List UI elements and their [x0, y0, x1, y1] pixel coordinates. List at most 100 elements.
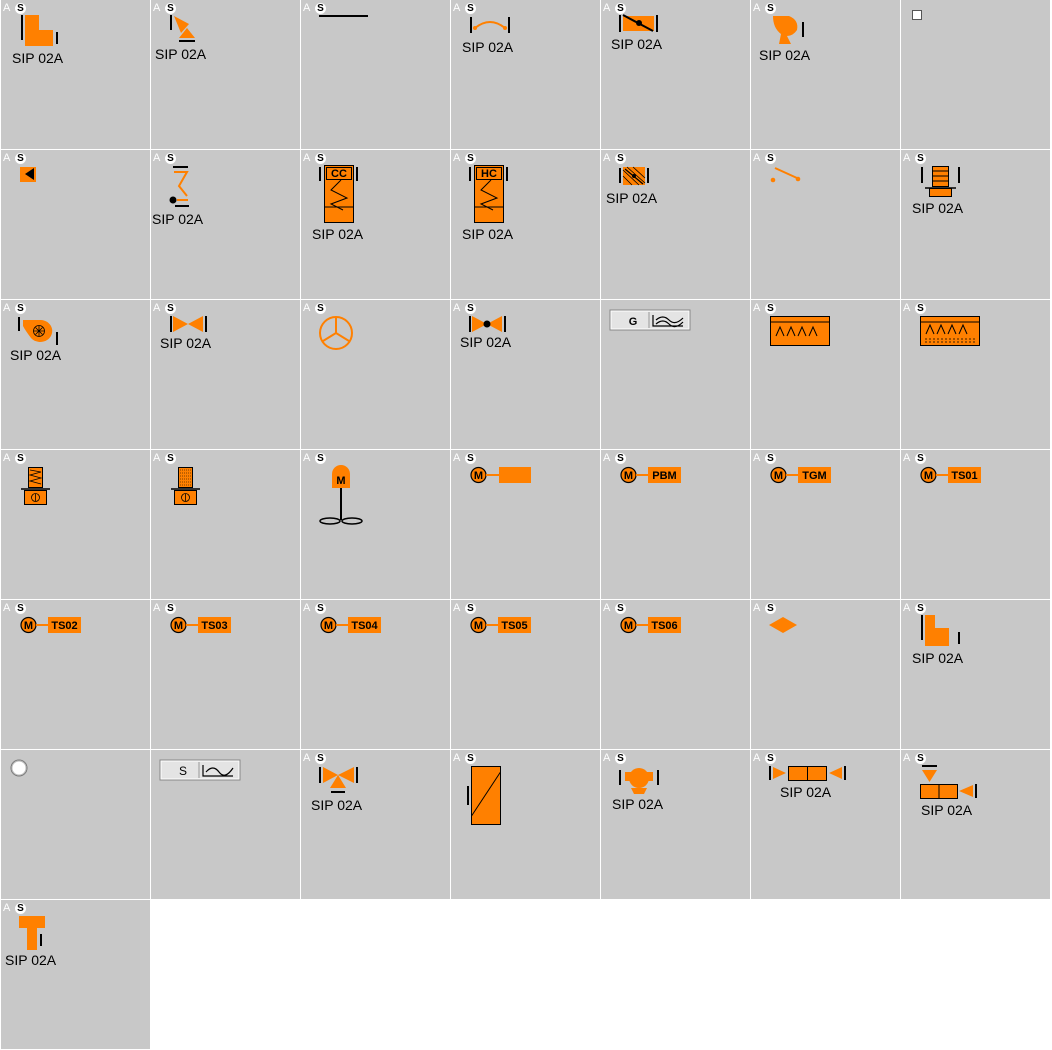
cell-humidifier[interactable]: A S — [751, 300, 900, 449]
cell-tee-duct[interactable]: A S SIP 02A — [1, 900, 150, 1049]
cell-switch[interactable]: A S — [751, 150, 900, 299]
ts05-tag: TS05 — [501, 620, 527, 632]
ao-label: A — [603, 752, 611, 764]
s-sensor-icon: S — [159, 759, 241, 781]
cell-motor-pbm[interactable]: M PBM A S — [601, 450, 750, 599]
motor-ts06-icon: M TS06 — [620, 616, 681, 634]
cell-motor-ts05[interactable]: M TS05 A S — [451, 600, 600, 749]
s-badge: S — [615, 3, 626, 14]
cell-silencer[interactable]: A S SIP 02A — [751, 750, 900, 899]
diamond-icon — [769, 617, 797, 633]
cell-propeller-fan[interactable]: A S — [301, 300, 450, 449]
pbm-tag: PBM — [652, 470, 676, 482]
cell-elbow-duct-2[interactable]: A S SIP 02A — [901, 600, 1050, 749]
ao-label: A — [603, 152, 611, 164]
sip-label: SIP 02A — [611, 36, 663, 52]
s-badge: S — [765, 453, 776, 464]
sip-label: SIP 02A — [152, 211, 204, 227]
checkbox-icon[interactable] — [901, 0, 1050, 149]
cell-s-sensor[interactable]: S — [151, 750, 300, 899]
cell-coil-filter[interactable]: A S — [1, 450, 150, 599]
cell-motor-ts02[interactable]: M TS02 A S — [1, 600, 150, 749]
cell-gas-sensor[interactable]: G — [601, 300, 750, 449]
cell-damper-small[interactable]: A S — [1, 150, 150, 299]
cell-checkbox[interactable] — [901, 0, 1050, 149]
cell-heating-coil[interactable]: HC A S SIP 02A — [451, 150, 600, 299]
cell-filter-unit[interactable]: A S SIP 02A — [901, 150, 1050, 299]
s-badge: S — [465, 153, 476, 164]
s-badge: S — [465, 303, 476, 314]
s-badge: S — [165, 153, 176, 164]
cell-damper-valve[interactable]: A S SIP 02A — [151, 0, 300, 149]
radio-icon[interactable] — [1, 750, 150, 899]
cell-motor-ts04[interactable]: M TS04 A S — [301, 600, 450, 749]
damper-valve-icon — [170, 15, 195, 42]
motor-label: M — [324, 620, 333, 632]
filter-unit-icon — [921, 166, 960, 197]
cc-tag: CC — [331, 168, 347, 180]
sip-label: SIP 02A — [460, 334, 512, 350]
s-badge: S — [615, 603, 626, 614]
cell-heat-exchanger[interactable]: A S — [451, 750, 600, 899]
cell-bag-filter[interactable]: A S — [151, 450, 300, 599]
cell-line[interactable]: A S — [301, 0, 450, 149]
ao-label: A — [303, 452, 311, 464]
motor-label: M — [474, 470, 483, 482]
motor-ts02-icon: M TS02 — [20, 616, 81, 634]
cell-motor-ts03[interactable]: M TS03 A S — [151, 600, 300, 749]
s-badge: S — [165, 3, 176, 14]
agitator-motor-label: M — [336, 475, 345, 487]
cell-fan[interactable]: A S SIP 02A — [751, 0, 900, 149]
s-badge: S — [615, 453, 626, 464]
s-badge: S — [315, 603, 326, 614]
cell-motor-tgm[interactable]: M TGM A S — [751, 450, 900, 599]
cell-diamond[interactable]: A S — [751, 600, 900, 749]
ao-label: A — [453, 752, 461, 764]
cell-pump[interactable]: A S SIP 02A — [601, 750, 750, 899]
cell-cooling-coil[interactable]: CC A S SIP 02A — [301, 150, 450, 299]
s-badge: S — [915, 153, 926, 164]
s-badge: S — [915, 603, 926, 614]
cell-ball-valve[interactable]: A S SIP 02A — [451, 300, 600, 449]
cell-flex-connector[interactable]: A S SIP 02A — [451, 0, 600, 149]
fan-icon — [773, 16, 804, 44]
cell-steam-humidifier[interactable]: A S — [901, 300, 1050, 449]
s-badge: S — [915, 453, 926, 464]
s-badge: S — [915, 303, 926, 314]
cell-radio[interactable] — [1, 750, 150, 899]
s-badge: S — [315, 3, 326, 14]
cell-damper-duct[interactable]: A S SIP 02A — [901, 750, 1050, 899]
ao-label: A — [903, 152, 911, 164]
heat-exchanger-icon — [467, 766, 501, 825]
cell-centrifugal-fan[interactable]: A S SIP 02A — [1, 300, 150, 449]
sip-label: SIP 02A — [160, 335, 212, 351]
ts06-tag: TS06 — [651, 620, 677, 632]
sip-label: SIP 02A — [5, 952, 57, 968]
ao-label: A — [753, 2, 761, 14]
humidifier-icon — [770, 316, 830, 346]
cell-three-way-valve[interactable]: A S SIP 02A — [301, 750, 450, 899]
ao-label: A — [453, 302, 461, 314]
cell-motor-ts01[interactable]: M TS01 A S — [901, 450, 1050, 599]
ao-label: A — [3, 302, 11, 314]
ao-label: A — [153, 602, 161, 614]
motor-ts05-icon: M TS05 — [470, 616, 531, 634]
ao-label: A — [753, 152, 761, 164]
propeller-fan-icon — [319, 316, 353, 350]
motor-ts03-icon: M TS03 — [170, 616, 231, 634]
motor-label: M — [474, 620, 483, 632]
heating-coil-icon: HC — [469, 165, 508, 223]
sip-label: SIP 02A — [780, 784, 832, 800]
cell-mixing-box[interactable]: A S SIP 02A — [601, 150, 750, 299]
cell-elbow-duct[interactable]: A S SIP 02A — [1, 0, 150, 149]
s-sensor-tag: S — [179, 764, 187, 778]
s-badge: S — [315, 303, 326, 314]
cell-motor-drive[interactable]: M A S — [451, 450, 600, 599]
s-badge: S — [915, 753, 926, 764]
cell-spring-return[interactable]: A S SIP 02A — [151, 150, 300, 299]
cell-motor-ts06[interactable]: M TS06 A S — [601, 600, 750, 749]
cell-gate-valve[interactable]: A S SIP 02A — [151, 300, 300, 449]
cell-butterfly-damper[interactable]: A S SIP 02A — [601, 0, 750, 149]
cell-agitator[interactable]: M A S — [301, 450, 450, 599]
sip-label: SIP 02A — [912, 650, 964, 666]
